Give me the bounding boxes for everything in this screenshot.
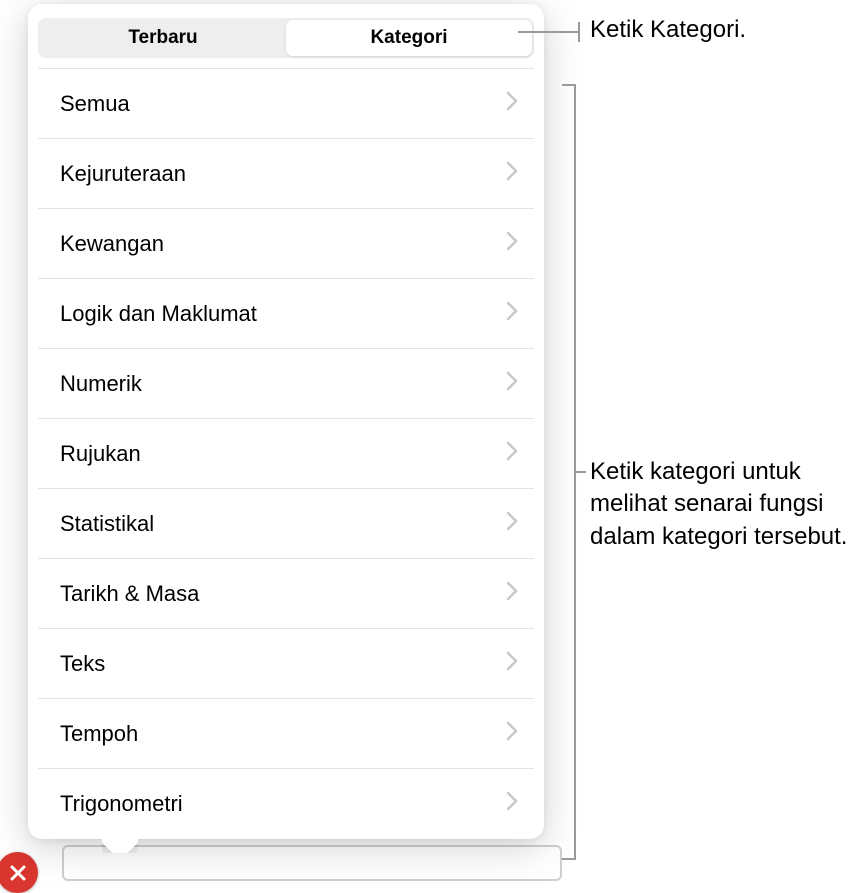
list-item[interactable]: Semua	[38, 69, 534, 139]
chevron-right-icon	[506, 91, 518, 117]
callout-text: Ketik Kategori.	[590, 16, 850, 44]
chevron-right-icon	[506, 721, 518, 747]
tab-category[interactable]: Kategori	[286, 20, 532, 56]
chevron-right-icon	[506, 511, 518, 537]
chevron-right-icon	[506, 651, 518, 677]
functions-popover: Terbaru Kategori Semua Kejuruteraan Kewa…	[28, 4, 544, 839]
segmented-control: Terbaru Kategori	[38, 18, 534, 58]
chevron-right-icon	[506, 791, 518, 817]
callout-bracket-tick	[576, 471, 586, 473]
list-item-label: Trigonometri	[60, 791, 183, 817]
chevron-right-icon	[506, 441, 518, 467]
list-item-label: Statistikal	[60, 511, 154, 537]
list-item-label: Tarikh & Masa	[60, 581, 199, 607]
callout-leader-endcap	[578, 22, 580, 42]
chevron-right-icon	[506, 231, 518, 257]
tab-category-label: Kategori	[370, 27, 447, 49]
chevron-right-icon	[506, 161, 518, 187]
close-icon	[9, 864, 27, 882]
list-item-label: Teks	[60, 651, 105, 677]
list-item[interactable]: Teks	[38, 629, 534, 699]
callout-bracket	[562, 84, 576, 860]
list-item[interactable]: Kejuruteraan	[38, 139, 534, 209]
list-item-label: Kejuruteraan	[60, 161, 186, 187]
callout-text: Ketik kategori untuk melihat senarai fun…	[590, 456, 854, 553]
list-item[interactable]: Trigonometri	[38, 769, 534, 839]
list-item-label: Rujukan	[60, 441, 141, 467]
category-list: Semua Kejuruteraan Kewangan Logik dan Ma…	[38, 68, 534, 839]
close-button[interactable]	[0, 852, 38, 893]
list-item[interactable]: Tempoh	[38, 699, 534, 769]
tab-recent[interactable]: Terbaru	[40, 20, 286, 56]
list-item[interactable]: Statistikal	[38, 489, 534, 559]
list-item[interactable]: Rujukan	[38, 419, 534, 489]
list-item[interactable]: Tarikh & Masa	[38, 559, 534, 629]
list-item[interactable]: Numerik	[38, 349, 534, 419]
chevron-right-icon	[506, 581, 518, 607]
list-item-label: Semua	[60, 91, 130, 117]
chevron-right-icon	[506, 371, 518, 397]
callout-leader-line	[518, 31, 578, 33]
list-item-label: Kewangan	[60, 231, 164, 257]
list-item[interactable]: Kewangan	[38, 209, 534, 279]
chevron-right-icon	[506, 301, 518, 327]
list-item-label: Tempoh	[60, 721, 138, 747]
list-item-label: Numerik	[60, 371, 142, 397]
list-item-label: Logik dan Maklumat	[60, 301, 257, 327]
tab-recent-label: Terbaru	[128, 27, 197, 49]
popover-notch	[102, 835, 138, 853]
list-item[interactable]: Logik dan Maklumat	[38, 279, 534, 349]
